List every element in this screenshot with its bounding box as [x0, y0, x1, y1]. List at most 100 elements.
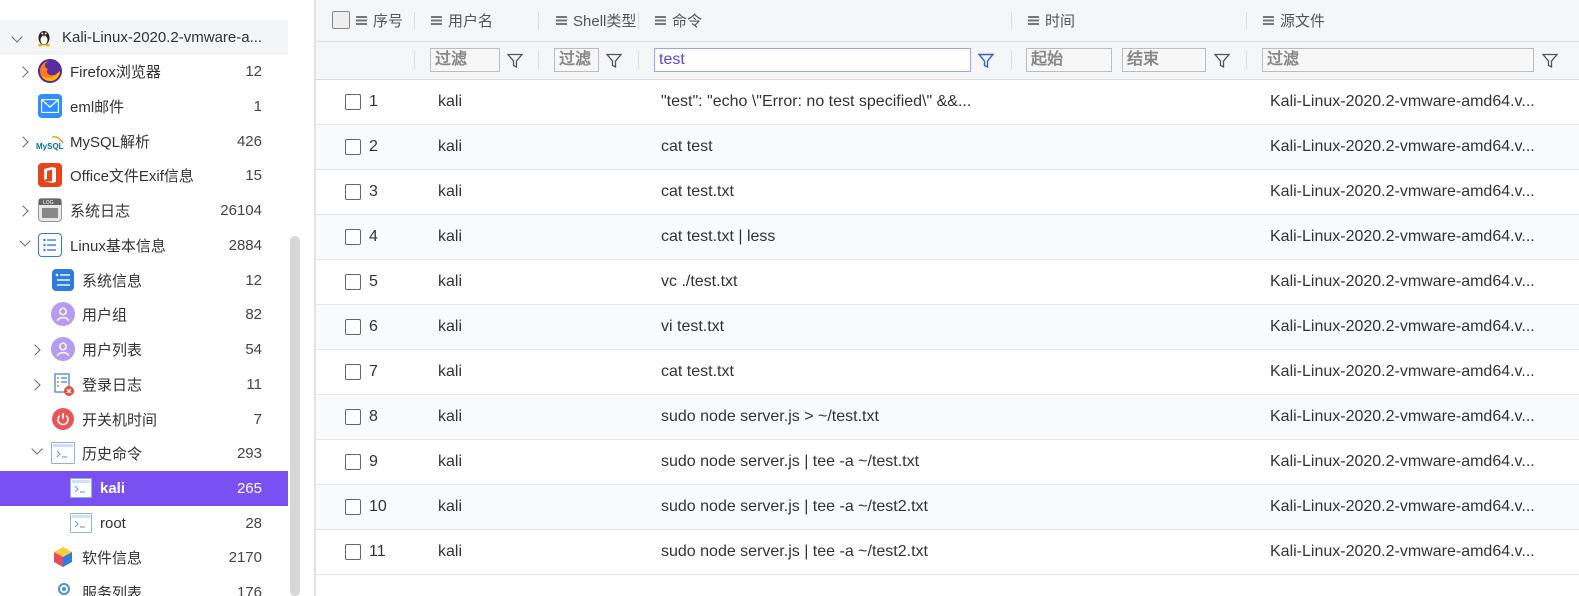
column-menu-icon[interactable] — [1028, 16, 1039, 25]
chevron-down-icon[interactable] — [30, 445, 44, 459]
sidebar-item-label: eml邮件 — [70, 99, 125, 116]
column-resizer[interactable] — [414, 51, 415, 69]
filter-icon[interactable] — [605, 53, 623, 69]
row-checkbox[interactable] — [345, 229, 361, 245]
sidebar-item-kali[interactable]: kali 265 — [0, 471, 288, 506]
username-filter-input[interactable] — [430, 48, 500, 72]
column-resizer[interactable] — [1246, 12, 1247, 30]
sidebar-item-label: root — [100, 515, 126, 532]
column-menu-icon[interactable] — [356, 16, 367, 25]
item-count: 265 — [236, 480, 262, 497]
column-header-time[interactable]: 时间 — [1028, 0, 1075, 41]
item-count: 15 — [245, 167, 262, 184]
chevron-right-icon[interactable] — [18, 135, 32, 149]
row-checkbox[interactable] — [345, 94, 361, 110]
column-resizer[interactable] — [638, 12, 639, 30]
column-header-shell-type[interactable]: Shell类型 — [556, 0, 636, 41]
column-header-username[interactable]: 用户名 — [431, 0, 493, 41]
column-menu-icon[interactable] — [655, 16, 666, 25]
sidebar-scrollbar-thumb[interactable] — [290, 236, 300, 596]
command-filter-input[interactable] — [654, 48, 971, 72]
sidebar-item-power-time[interactable]: 开关机时间 7 — [0, 402, 288, 437]
cell-command: sudo node server.js | tee -a ~/test.txt — [661, 453, 920, 470]
sidebar-item-software-info[interactable]: 软件信息 2170 — [0, 540, 288, 575]
filter-icon[interactable] — [506, 53, 524, 69]
sidebar-item-system-info[interactable]: 系统信息 12 — [0, 263, 288, 298]
sidebar-item-linux-basic-info[interactable]: Linux基本信息 2884 — [0, 228, 288, 263]
table-row[interactable]: 6 kali vi test.txt Kali-Linux-2020.2-vmw… — [316, 305, 1579, 350]
cell-source-file: Kali-Linux-2020.2-vmware-amd64.v... — [1270, 273, 1535, 290]
sidebar-item-login-log[interactable]: 登录日志 11 — [0, 367, 288, 402]
sidebar-item-firefox[interactable]: Firefox浏览器 12 — [0, 54, 288, 89]
chevron-down-icon[interactable] — [18, 237, 32, 251]
cell-command: vc ./test.txt — [661, 273, 738, 290]
filter-active-icon[interactable] — [977, 53, 995, 69]
select-all-checkbox[interactable] — [332, 11, 350, 29]
sidebar-item-system-log[interactable]: LOG 系统日志 26104 — [0, 193, 288, 228]
table-row[interactable]: 3 kali cat test.txt Kali-Linux-2020.2-vm… — [316, 170, 1579, 215]
chevron-right-icon[interactable] — [18, 65, 32, 79]
table-row[interactable]: 4 kali cat test.txt | less Kali-Linux-20… — [316, 215, 1579, 260]
row-checkbox[interactable] — [345, 499, 361, 515]
row-checkbox[interactable] — [345, 544, 361, 560]
source-filter-input[interactable] — [1262, 48, 1534, 72]
row-checkbox[interactable] — [345, 454, 361, 470]
table-row[interactable]: 1 kali "test": "echo \"Error: no test sp… — [316, 80, 1579, 125]
row-checkbox[interactable] — [345, 184, 361, 200]
sidebar-item-user-group[interactable]: 用户组 82 — [0, 297, 288, 332]
column-menu-icon[interactable] — [431, 16, 442, 25]
sidebar-item-history-commands[interactable]: 历史命令 293 — [0, 436, 288, 471]
chevron-right-icon[interactable] — [30, 343, 44, 357]
filter-icon[interactable] — [1213, 53, 1231, 69]
service-icon — [56, 581, 72, 596]
table-row[interactable]: 8 kali sudo node server.js > ~/test.txt … — [316, 395, 1579, 440]
sidebar-item-mysql[interactable]: MySQL MySQL解析 426 — [0, 124, 288, 159]
sidebar-item-office-exif[interactable]: Office文件Exif信息 15 — [0, 158, 288, 193]
chevron-right-icon[interactable] — [30, 378, 44, 392]
cell-command: sudo node server.js > ~/test.txt — [661, 408, 879, 425]
tree-root-kali-linux[interactable]: Kali-Linux-2020.2-vmware-a... — [0, 20, 288, 55]
item-count: 426 — [236, 133, 262, 150]
cell-command: cat test.txt — [661, 363, 734, 380]
column-resizer[interactable] — [538, 51, 539, 69]
log-icon: LOG — [38, 198, 62, 222]
table-row[interactable]: 5 kali vc ./test.txt Kali-Linux-2020.2-v… — [316, 260, 1579, 305]
time-start-input[interactable] — [1026, 48, 1112, 72]
sidebar-item-label: 用户组 — [82, 307, 128, 324]
time-end-input[interactable] — [1122, 48, 1206, 72]
sidebar-item-label: 登录日志 — [82, 377, 143, 394]
table-row[interactable]: 11 kali sudo node server.js | tee -a ~/t… — [316, 530, 1579, 575]
row-checkbox[interactable] — [345, 319, 361, 335]
column-resizer[interactable] — [638, 51, 639, 69]
row-checkbox[interactable] — [345, 139, 361, 155]
chevron-down-icon[interactable] — [10, 33, 24, 47]
table-row[interactable]: 7 kali cat test.txt Kali-Linux-2020.2-vm… — [316, 350, 1579, 395]
sidebar-item-root[interactable]: root 28 — [0, 506, 288, 541]
row-checkbox[interactable] — [345, 274, 361, 290]
table-row[interactable]: 9 kali sudo node server.js | tee -a ~/te… — [316, 440, 1579, 485]
row-checkbox[interactable] — [345, 409, 361, 425]
column-header-index[interactable]: 序号 — [356, 0, 403, 41]
column-resizer[interactable] — [414, 12, 415, 30]
sidebar-item-label: 系统日志 — [70, 203, 131, 220]
column-resizer[interactable] — [1246, 51, 1247, 69]
column-menu-icon[interactable] — [556, 16, 567, 25]
column-resizer[interactable] — [1011, 51, 1012, 69]
column-header-source-file[interactable]: 源文件 — [1263, 0, 1325, 41]
table-row[interactable]: 10 kali sudo node server.js | tee -a ~/t… — [316, 485, 1579, 530]
filter-icon[interactable] — [1541, 53, 1559, 69]
linux-tux-icon — [34, 27, 54, 47]
sidebar-item-service-list[interactable]: 服务列表 176 — [0, 575, 288, 596]
column-resizer[interactable] — [538, 12, 539, 30]
row-checkbox[interactable] — [345, 364, 361, 380]
item-count: 7 — [253, 411, 262, 428]
tree-root-label: Kali-Linux-2020.2-vmware-a... — [62, 29, 263, 46]
sidebar-item-user-list[interactable]: 用户列表 54 — [0, 332, 288, 367]
chevron-right-icon[interactable] — [18, 204, 32, 218]
column-resizer[interactable] — [1011, 12, 1012, 30]
table-row[interactable]: 2 kali cat test Kali-Linux-2020.2-vmware… — [316, 125, 1579, 170]
column-menu-icon[interactable] — [1263, 16, 1274, 25]
column-header-command[interactable]: 命令 — [655, 0, 702, 41]
sidebar-item-eml[interactable]: eml邮件 1 — [0, 89, 288, 124]
shell-filter-input[interactable] — [554, 48, 599, 72]
